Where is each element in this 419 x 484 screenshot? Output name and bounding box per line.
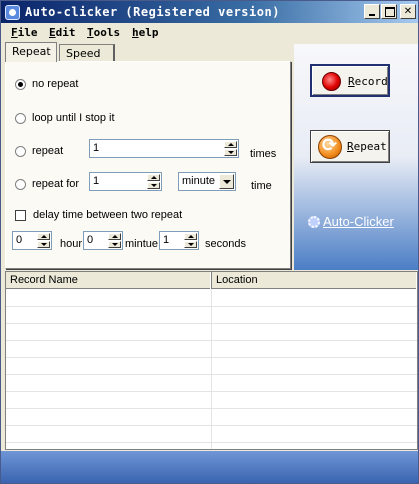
- table-header: Record Name Location: [6, 272, 417, 289]
- delay-minutes-up[interactable]: [108, 233, 121, 240]
- table-row[interactable]: [6, 425, 417, 426]
- delay-minutes-value: 0: [87, 234, 94, 246]
- repeat-count-up[interactable]: [224, 141, 237, 148]
- repeat-for-down[interactable]: [147, 182, 160, 189]
- menu-bar: File Edit Tools help: [1, 23, 418, 42]
- delay-seconds-stepper[interactable]: 1: [159, 231, 199, 250]
- action-sidebar: Record Repeat Auto-Clicker: [294, 44, 418, 270]
- auto-clicker-link-text[interactable]: Auto-Clicker: [323, 214, 394, 229]
- app-window: Auto-clicker (Registered version) ✕ File…: [0, 0, 419, 484]
- repeat-count-value: 1: [93, 142, 100, 154]
- loop-radio[interactable]: [15, 113, 26, 124]
- no-repeat-radio[interactable]: [15, 79, 26, 90]
- close-button[interactable]: ✕: [400, 4, 416, 19]
- refresh-icon: [318, 135, 342, 159]
- minute-label: mintue: [125, 238, 159, 250]
- tab-speed[interactable]: Speed: [59, 44, 115, 62]
- repeat-button[interactable]: Repeat: [310, 130, 390, 163]
- gear-icon: [308, 216, 320, 228]
- table-row[interactable]: [6, 340, 417, 341]
- loop-label[interactable]: loop until I stop it: [32, 112, 115, 124]
- record-button[interactable]: Record: [310, 64, 390, 97]
- repeat-radio[interactable]: [15, 146, 26, 157]
- table-row[interactable]: [6, 374, 417, 375]
- time-unit-value: minute: [182, 175, 216, 187]
- delay-checkbox[interactable]: [15, 210, 26, 221]
- window-title: Auto-clicker (Registered version): [25, 5, 280, 19]
- repeat-count-stepper[interactable]: 1: [89, 139, 239, 158]
- repeat-for-value: 1: [93, 175, 100, 187]
- app-icon[interactable]: [5, 5, 20, 20]
- table-row[interactable]: [6, 357, 417, 358]
- records-table[interactable]: Record Name Location: [5, 271, 418, 450]
- hour-label: hour: [60, 238, 83, 250]
- delay-hours-stepper[interactable]: 0: [12, 231, 52, 250]
- menu-edit[interactable]: Edit: [49, 26, 76, 39]
- delay-seconds-up[interactable]: [184, 233, 197, 240]
- table-row[interactable]: [6, 323, 417, 324]
- time-unit-select[interactable]: minute: [178, 172, 236, 191]
- repeat-panel: no repeat loop until I stop it repeat 1 …: [5, 61, 291, 269]
- minimize-button[interactable]: [364, 4, 380, 19]
- menu-tools[interactable]: Tools: [87, 26, 120, 39]
- repeat-for-label[interactable]: repeat for: [32, 178, 79, 190]
- repeat-count-down[interactable]: [224, 149, 237, 156]
- record-button-label: Record: [348, 75, 388, 88]
- delay-seconds-down[interactable]: [184, 241, 197, 248]
- column-record-name[interactable]: Record Name: [6, 272, 212, 289]
- maximize-button[interactable]: [381, 4, 397, 19]
- delay-minutes-stepper[interactable]: 0: [83, 231, 123, 250]
- delay-seconds-value: 1: [163, 234, 170, 246]
- delay-hours-down[interactable]: [37, 241, 50, 248]
- delay-hours-value: 0: [16, 234, 23, 246]
- title-bar[interactable]: Auto-clicker (Registered version) ✕: [1, 1, 418, 23]
- delay-minutes-down[interactable]: [108, 241, 121, 248]
- table-row[interactable]: [6, 442, 417, 443]
- footer-bar: [1, 451, 418, 483]
- repeat-for-up[interactable]: [147, 174, 160, 181]
- column-location[interactable]: Location: [212, 272, 417, 289]
- times-label: times: [250, 148, 277, 160]
- auto-clicker-link[interactable]: Auto-Clicker: [308, 214, 394, 229]
- repeat-label[interactable]: repeat: [32, 145, 63, 157]
- time-label: time: [251, 180, 272, 192]
- table-row[interactable]: [6, 391, 417, 392]
- menu-help[interactable]: help: [132, 26, 159, 39]
- no-repeat-label[interactable]: no repeat: [32, 78, 78, 90]
- tab-repeat[interactable]: Repeat: [5, 42, 57, 62]
- repeat-for-radio[interactable]: [15, 179, 26, 190]
- menu-file[interactable]: File: [11, 26, 38, 39]
- delay-hours-up[interactable]: [37, 233, 50, 240]
- repeat-for-stepper[interactable]: 1: [89, 172, 162, 191]
- seconds-label: seconds: [205, 238, 246, 250]
- table-row[interactable]: [6, 306, 417, 307]
- chevron-down-icon[interactable]: [219, 174, 234, 189]
- delay-label[interactable]: delay time between two repeat: [33, 209, 182, 221]
- table-row[interactable]: [6, 408, 417, 409]
- repeat-button-label: Repeat: [347, 140, 387, 153]
- record-icon: [322, 72, 341, 91]
